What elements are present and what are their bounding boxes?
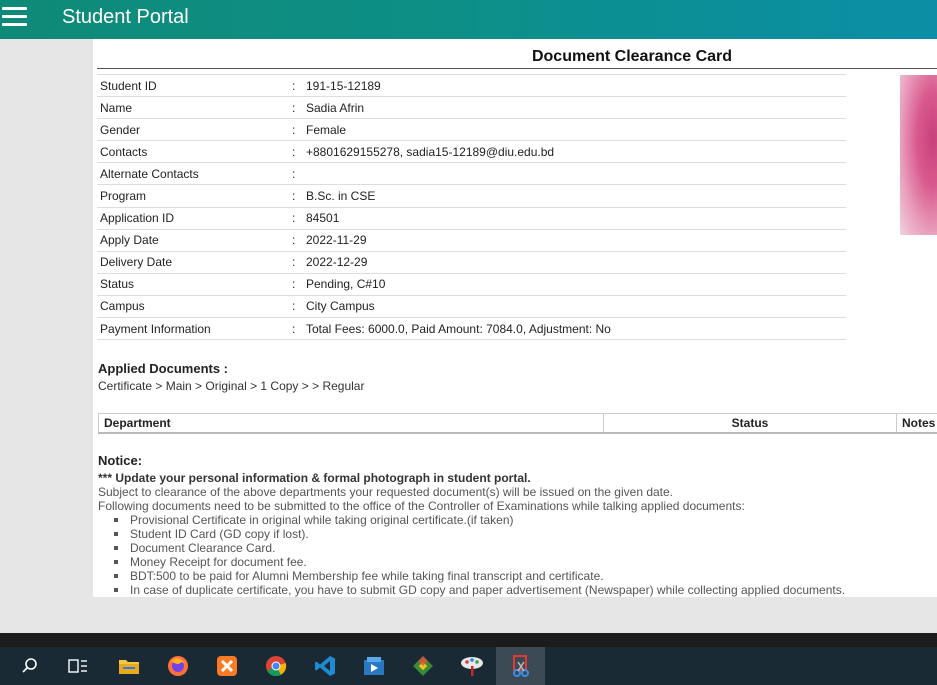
column-header-notes: Notes — [896, 413, 937, 434]
app-title: Student Portal — [62, 6, 189, 28]
field-value: Pending, C#10 — [306, 277, 386, 292]
colon: : — [292, 211, 296, 226]
top-bar: Student Portal — [0, 0, 937, 39]
list-item: Student ID Card (GD copy if lost). — [114, 527, 937, 541]
field-value: Female — [306, 122, 347, 137]
column-header-status: Status — [603, 413, 897, 434]
card-title: Document Clearance Card — [531, 48, 733, 65]
field-label: Campus — [100, 299, 145, 314]
applied-documents-heading: Applied Documents : — [98, 361, 229, 376]
info-row: Campus: City Campus — [97, 295, 846, 317]
info-row: Delivery Date:2022-12-29 — [97, 251, 846, 273]
colon: : — [292, 321, 296, 336]
vscode-icon[interactable] — [300, 647, 349, 685]
field-label: Student ID — [100, 78, 157, 93]
list-item: In case of duplicate certificate, you ha… — [114, 583, 937, 597]
info-row: Application ID:84501 — [97, 207, 846, 229]
notice-heading: Notice: — [98, 453, 143, 468]
colon: : — [292, 78, 296, 93]
department-table: Department Status Notes — [98, 413, 937, 434]
column-header-department: Department — [98, 413, 604, 434]
colon: : — [292, 299, 296, 314]
field-label: Program — [100, 189, 147, 204]
divider — [97, 68, 937, 69]
notice-line: Subject to clearance of the above depart… — [98, 485, 674, 499]
colon: : — [292, 100, 296, 115]
field-label: Gender — [100, 122, 141, 137]
field-value: City Campus — [306, 299, 375, 314]
app-icon[interactable] — [349, 647, 398, 685]
field-value: +8801629155278, sadia15-12189@diu.edu.bd — [306, 144, 555, 159]
clearance-card: Document Clearance Card Student ID:191-1… — [93, 39, 937, 597]
field-value: 2022-11-29 — [306, 233, 367, 248]
list-item: Document Clearance Card. — [114, 541, 937, 555]
info-row: Alternate Contacts: — [97, 162, 846, 185]
firefox-icon[interactable] — [153, 647, 202, 685]
field-label: Apply Date — [100, 233, 159, 248]
git-icon[interactable] — [398, 647, 447, 685]
colon: : — [292, 122, 296, 137]
field-label: Alternate Contacts — [100, 166, 199, 181]
student-info-table: Student ID:191-15-12189 Name: Sadia Afrin… — [97, 74, 846, 340]
list-item: Money Receipt for document fee. — [114, 555, 937, 569]
colon: : — [292, 233, 296, 248]
info-row: Name: Sadia Afrin — [97, 96, 846, 119]
notice-line: Following documents need to be submitted… — [98, 499, 745, 513]
taskbar — [0, 647, 937, 685]
list-item: BDT:500 to be paid for Alumni Membership… — [114, 569, 937, 583]
field-value: 191-15-12189 — [306, 78, 381, 93]
notice-list: Provisional Certificate in original whil… — [114, 513, 937, 597]
search-icon[interactable] — [5, 647, 54, 685]
info-row: Apply Date:2022-11-29 — [97, 229, 846, 251]
paint-icon[interactable] — [447, 647, 496, 685]
field-value: 84501 — [306, 211, 340, 226]
info-row: Student ID:191-15-12189 — [97, 74, 846, 97]
field-value: Total Fees: 6000.0, Paid Amount: 7084.0,… — [306, 321, 611, 336]
colon: : — [292, 166, 296, 181]
info-row: Gender: Female — [97, 118, 846, 141]
snipping-tool-icon[interactable] — [496, 647, 545, 685]
colon: : — [292, 277, 296, 292]
list-item: Provisional Certificate in original whil… — [114, 513, 937, 527]
info-row: Program: B.Sc. in CSE — [97, 184, 846, 207]
notice-line: *** Update your personal information & f… — [98, 471, 531, 485]
notice-body: *** Update your personal information & f… — [98, 471, 937, 597]
colon: : — [292, 144, 296, 159]
chrome-icon[interactable] — [251, 647, 300, 685]
colon: : — [292, 189, 296, 204]
task-view-icon[interactable] — [53, 647, 102, 685]
field-value — [304, 163, 846, 185]
info-row: Status: Pending, C#10 — [97, 273, 846, 295]
field-label: Contacts — [100, 144, 148, 159]
student-photo — [900, 75, 937, 235]
info-row: Contacts: +8801629155278, sadia15-12189@d… — [97, 140, 846, 163]
table-header-row: Department Status Notes — [98, 413, 937, 434]
field-label: Delivery Date — [100, 255, 173, 270]
taskbar-strip — [0, 633, 937, 647]
field-value: Sadia Afrin — [306, 100, 365, 115]
field-value: 2022-12-29 — [306, 255, 368, 270]
field-label: Payment Information — [100, 321, 211, 336]
colon: : — [292, 255, 296, 270]
field-label: Application ID — [100, 211, 175, 226]
applied-documents-value: Certificate > Main > Original > 1 Copy >… — [98, 379, 365, 393]
field-label: Name — [100, 100, 133, 115]
file-explorer-icon[interactable] — [104, 647, 153, 685]
field-value: B.Sc. in CSE — [306, 189, 376, 204]
menu-icon[interactable] — [2, 5, 28, 29]
info-row: Payment Information: Total Fees: 6000.0, … — [97, 317, 846, 340]
xampp-icon[interactable] — [202, 647, 251, 685]
field-label: Status — [100, 277, 135, 292]
